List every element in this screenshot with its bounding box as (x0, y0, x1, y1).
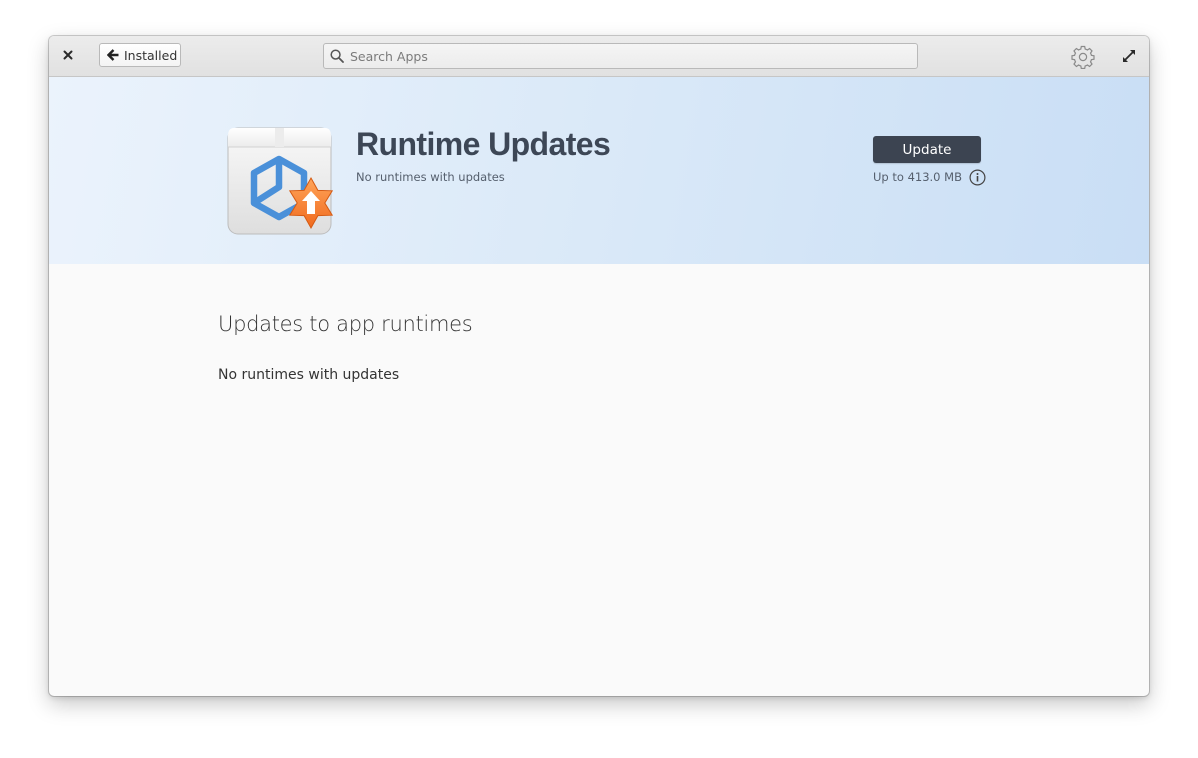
search-icon (324, 49, 350, 63)
app-window: Installed Search Apps Runtime Updates No… (49, 36, 1149, 696)
arrow-left-icon (107, 49, 119, 61)
download-size: Up to 413.0 MB (873, 168, 986, 186)
section-title: Updates to app runtimes (218, 312, 473, 336)
update-button[interactable]: Update (873, 136, 981, 163)
page-title: Runtime Updates (356, 126, 611, 162)
maximize-icon (1123, 50, 1135, 62)
download-size-text: Up to 413.0 MB (873, 170, 962, 184)
search-bar[interactable] (323, 43, 918, 69)
info-icon[interactable] (969, 168, 986, 186)
page-subtitle: No runtimes with updates (356, 170, 505, 184)
back-button-label: Installed (124, 47, 178, 63)
close-icon (63, 50, 73, 60)
maximize-button[interactable] (1120, 47, 1138, 65)
close-button[interactable] (58, 45, 78, 65)
app-banner: Runtime Updates No runtimes with updates… (49, 77, 1149, 264)
header-bar: Installed (49, 36, 1149, 77)
settings-button[interactable] (1070, 44, 1096, 70)
search-input[interactable] (350, 48, 900, 64)
package-update-icon (227, 127, 334, 235)
gear-icon (1071, 45, 1095, 69)
section-empty-text: No runtimes with updates (218, 367, 400, 383)
back-button[interactable]: Installed (99, 43, 181, 67)
